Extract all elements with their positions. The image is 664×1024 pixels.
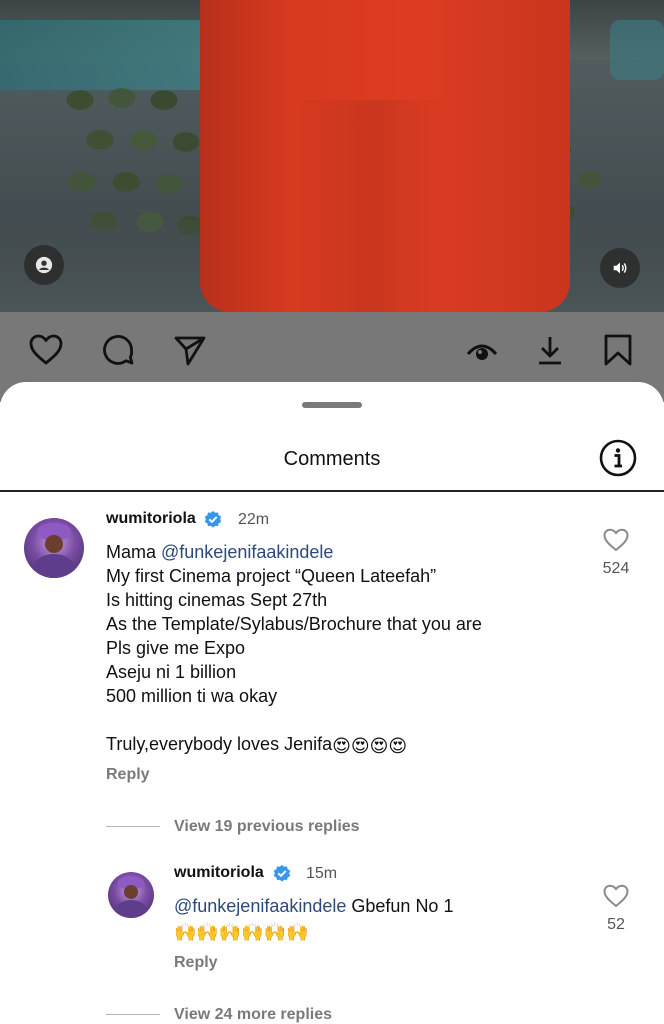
reply-body: Gbefun No 1	[346, 896, 454, 916]
save-button[interactable]	[598, 330, 638, 370]
mute-toggle-button[interactable]	[600, 248, 640, 288]
comments-sheet: Comments wumitoriola 22m Mama @funkejeni…	[0, 382, 664, 1024]
heart-outline-icon	[603, 528, 629, 551]
reply-text: @funkejenifaakindele Gbefun No 1 🙌🙌🙌🙌🙌🙌	[174, 894, 574, 944]
like-button[interactable]	[26, 330, 66, 370]
comment-prefix: Mama	[106, 542, 162, 562]
view-previous-replies-button[interactable]: View 19 previous replies	[174, 818, 360, 836]
reply-avatar[interactable]	[108, 872, 154, 918]
person-icon	[35, 256, 53, 274]
sheet-drag-handle[interactable]	[302, 402, 362, 408]
heart-eyes-emoji: 😍😍😍😍	[332, 736, 408, 756]
reply-mention-link[interactable]: @funkejenifaakindele	[174, 896, 346, 916]
view-more-replies-button[interactable]: View 24 more replies	[174, 1006, 332, 1024]
heart-outline-icon	[29, 334, 63, 365]
comment-timestamp: 22m	[238, 511, 270, 528]
comment-button[interactable]	[98, 330, 138, 370]
reply-like-button[interactable]: 52	[596, 882, 636, 934]
heart-outline-icon	[603, 884, 629, 907]
info-icon[interactable]	[598, 438, 638, 478]
comment-username[interactable]: wumitoriola	[106, 510, 196, 528]
comment-body: My first Cinema project “Queen Lateefah”…	[106, 566, 482, 706]
views-button[interactable]	[462, 330, 502, 370]
reply-like-count: 52	[607, 916, 625, 933]
verified-badge-icon	[273, 865, 291, 882]
avatar[interactable]	[24, 518, 84, 578]
sheet-title: Comments	[283, 448, 381, 470]
video-bg-tarp-right	[610, 20, 664, 80]
video-player[interactable]	[0, 0, 664, 312]
share-button[interactable]	[170, 330, 210, 370]
verified-badge-icon	[204, 511, 222, 528]
comment-text: Mama @funkejenifaakindele	[106, 540, 576, 564]
raised-hands-emoji: 🙌🙌🙌🙌🙌🙌	[174, 922, 309, 942]
eye-icon	[466, 344, 498, 360]
reply-username[interactable]: wumitoriola	[174, 864, 264, 882]
reply-button[interactable]: Reply	[106, 766, 150, 784]
tagged-people-button[interactable]	[24, 245, 64, 285]
speaker-icon	[613, 262, 627, 274]
comment-like-button[interactable]: 524	[596, 526, 636, 578]
sheet-divider	[0, 490, 664, 492]
video-dress-fold	[290, 100, 450, 312]
comment-closing-line: Truly,everybody loves Jenifa😍😍😍😍	[106, 732, 576, 758]
reply-to-reply-button[interactable]: Reply	[174, 954, 218, 972]
download-button[interactable]	[530, 330, 570, 370]
comment-like-count: 524	[602, 560, 630, 577]
comment-mention-link[interactable]: @funkejenifaakindele	[161, 542, 333, 562]
download-icon	[539, 337, 561, 365]
replies-divider-line	[106, 826, 160, 827]
comment-closing-text: Truly,everybody loves Jenifa	[106, 734, 333, 754]
reply-timestamp: 15m	[306, 865, 338, 882]
send-icon	[174, 336, 206, 366]
bookmark-icon	[604, 334, 632, 366]
comment-bubble-icon	[103, 335, 134, 365]
more-replies-divider-line	[106, 1014, 160, 1015]
